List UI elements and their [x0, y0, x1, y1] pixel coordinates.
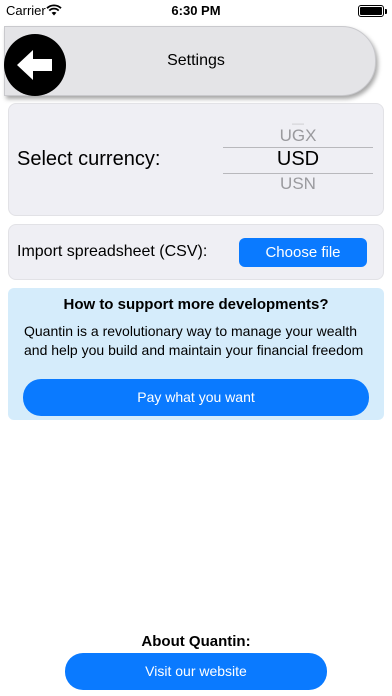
status-bar: Carrier 6:30 PM	[0, 0, 392, 22]
support-title: How to support more developments?	[63, 296, 329, 313]
page-title: Settings	[167, 52, 225, 69]
battery-icon	[358, 5, 387, 17]
clock: 6:30 PM	[171, 3, 221, 18]
import-label: Import spreadsheet (CSV):	[17, 243, 208, 260]
currency-picker[interactable]: — UGX USD USN	[223, 122, 373, 202]
import-card: Import spreadsheet (CSV): Choose file	[8, 224, 384, 280]
picker-option[interactable]: UGX	[223, 126, 373, 146]
pay-what-you-want-button[interactable]: Pay what you want	[23, 379, 369, 416]
currency-card: Select currency: — UGX USD USN	[8, 103, 384, 216]
currency-label: Select currency:	[17, 148, 161, 170]
choose-file-button[interactable]: Choose file	[239, 238, 367, 267]
support-description: Quantin is a revolutionary way to manage…	[24, 323, 364, 358]
support-card: How to support more developments? Quanti…	[8, 288, 384, 420]
picker-option-selected[interactable]: USD	[223, 148, 373, 171]
about-title: About Quantin:	[141, 633, 251, 650]
picker-option[interactable]: USN	[223, 174, 373, 194]
visit-website-button[interactable]: Visit our website	[65, 653, 327, 690]
